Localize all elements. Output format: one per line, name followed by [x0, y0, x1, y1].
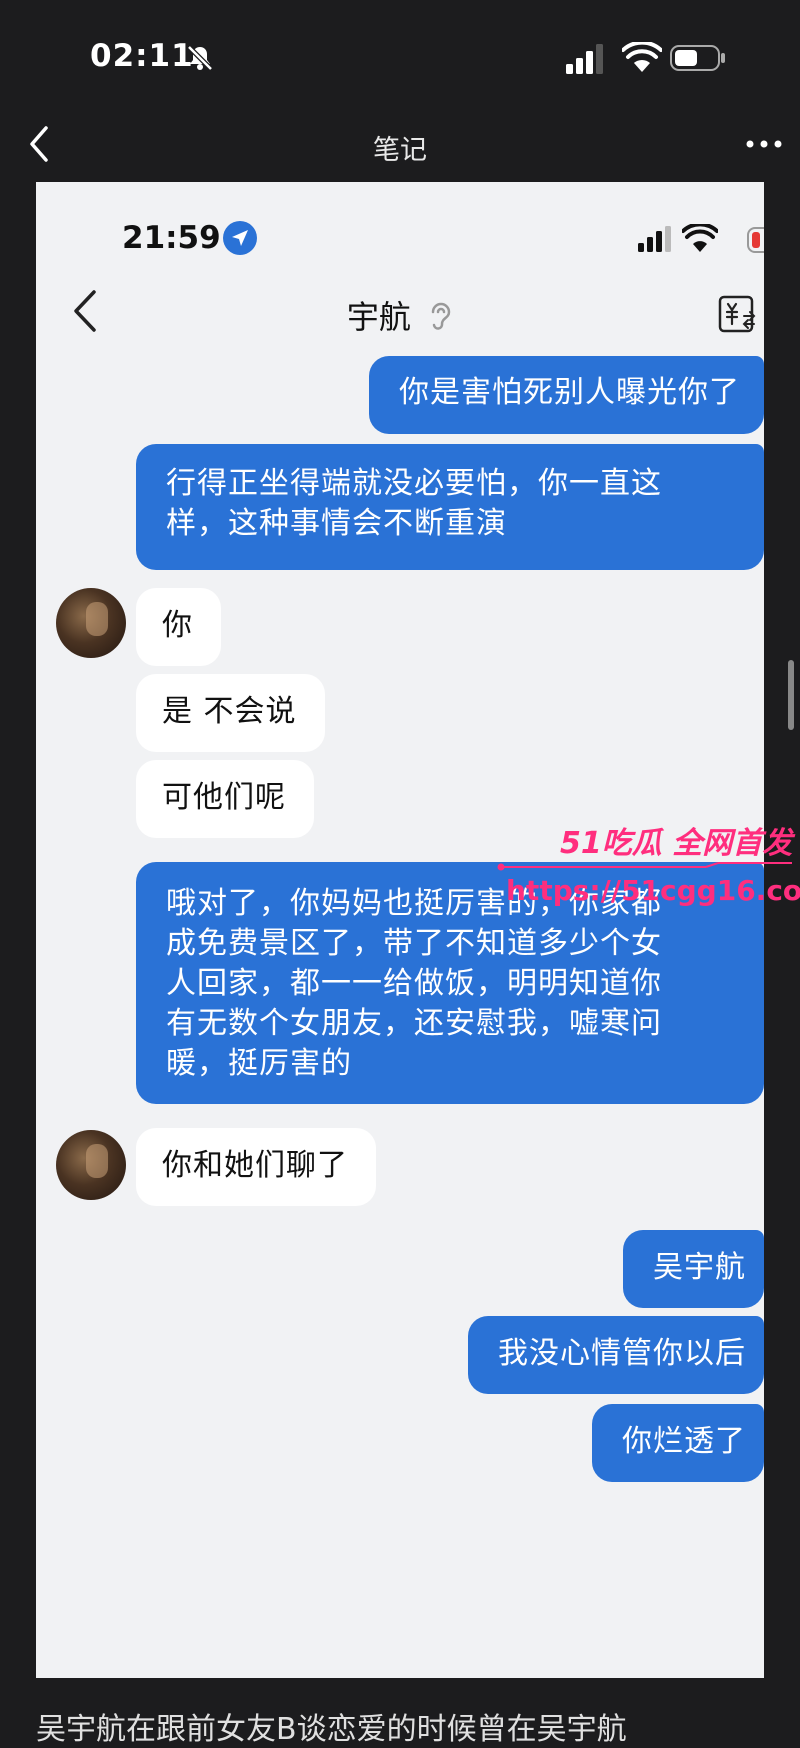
message-text: 吴宇航	[653, 1250, 746, 1285]
note-caption: 吴宇航在跟前女友B谈恋爱的时候曾在吴宇航	[36, 1712, 627, 1747]
message-text: 暖，挺厉害的	[166, 1046, 352, 1081]
nav-bar: 笔记	[0, 110, 800, 182]
chat-title: 宇航	[36, 292, 764, 338]
message-text: 可他们呢	[162, 780, 286, 815]
inner-signal-icon	[638, 226, 671, 252]
status-bar: 02:11	[0, 0, 800, 110]
chat-screenshot-image: 21:59 宇航 你是害怕死别人曝光你了 行得正坐得端就没必要怕，你一直这 样，…	[36, 182, 764, 1678]
message-bubble-received[interactable]: 你和她们聊了	[136, 1128, 376, 1206]
more-icon[interactable]	[744, 134, 784, 154]
inner-wifi-icon	[682, 224, 718, 252]
translate-icon[interactable]	[718, 294, 758, 334]
avatar[interactable]	[56, 588, 126, 658]
message-bubble-sent[interactable]: 吴宇航	[623, 1230, 764, 1308]
message-text: 有无数个女朋友，还安慰我，嘘寒问	[166, 1006, 662, 1041]
message-bubble-sent[interactable]: 行得正坐得端就没必要怕，你一直这 样，这种事情会不断重演	[136, 444, 764, 570]
watermark-brand: 51吃瓜 全网首发	[560, 826, 793, 861]
message-bubble-sent[interactable]: 你烂透了	[592, 1404, 764, 1482]
avatar[interactable]	[56, 1130, 126, 1200]
location-arrow-icon	[223, 221, 257, 255]
battery-icon	[670, 45, 725, 71]
inner-status-time: 21:59	[122, 220, 221, 256]
message-bubble-sent[interactable]: 你是害怕死别人曝光你了	[369, 356, 764, 434]
contact-name: 宇航	[346, 298, 411, 336]
message-text: 我没心情管你以后	[498, 1336, 746, 1371]
message-text: 人回家，都一一给做饭，明明知道你	[166, 966, 662, 1001]
ear-icon	[431, 302, 451, 330]
message-bubble-received[interactable]: 可他们呢	[136, 760, 314, 838]
status-time: 02:11	[90, 38, 194, 74]
watermark-circuit-line	[497, 862, 792, 871]
scrollbar[interactable]	[788, 660, 794, 730]
message-text: 样，这种事情会不断重演	[166, 506, 507, 541]
inner-battery-icon	[747, 227, 764, 253]
message-text: 你	[162, 608, 193, 643]
message-text: 是 不会说	[162, 694, 297, 729]
message-text: 你是害怕死别人曝光你了	[399, 375, 740, 410]
bell-off-icon	[187, 45, 213, 71]
wifi-icon	[622, 42, 662, 72]
page-title: 笔记	[373, 135, 427, 166]
message-text: 你烂透了	[622, 1424, 746, 1459]
message-bubble-sent[interactable]: 我没心情管你以后	[468, 1316, 764, 1394]
message-text: 你和她们聊了	[162, 1148, 348, 1183]
message-bubble-received[interactable]: 是 不会说	[136, 674, 325, 752]
watermark-url: https://51cgg16.com	[506, 874, 800, 907]
message-text: 行得正坐得端就没必要怕，你一直这	[166, 466, 662, 501]
message-text: 成免费景区了，带了不知道多少个女	[166, 926, 662, 961]
message-bubble-received[interactable]: 你	[136, 588, 221, 666]
signal-icon	[566, 44, 603, 74]
